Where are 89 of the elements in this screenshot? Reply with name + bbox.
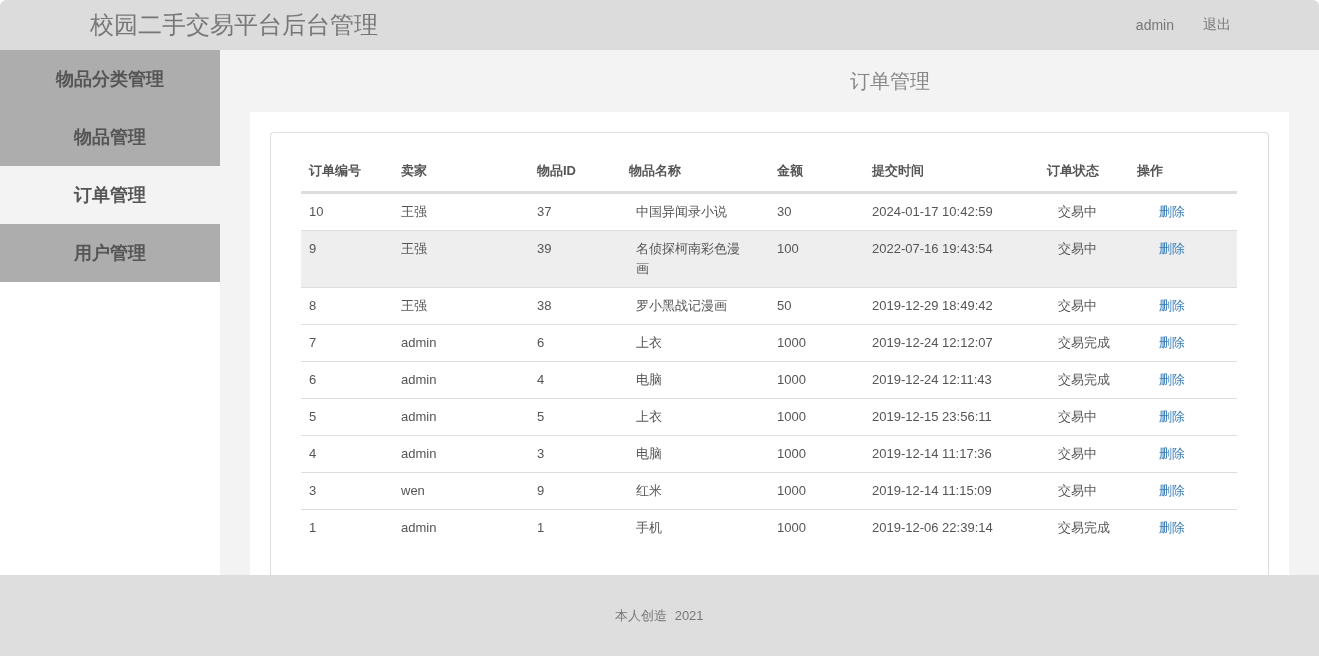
- table-cell: admin: [401, 409, 437, 424]
- table-cell: 2022-07-16 19:43:54: [872, 241, 993, 256]
- table-cell: 电脑: [636, 446, 662, 461]
- delete-link[interactable]: 删除: [1137, 241, 1185, 256]
- delete-link[interactable]: 删除: [1137, 298, 1185, 313]
- table-cell: 50: [777, 298, 792, 313]
- sidebar-item[interactable]: 物品管理: [0, 108, 220, 166]
- delete-link[interactable]: 删除: [1137, 372, 1185, 387]
- table-cell: 交易中: [1058, 204, 1097, 219]
- table-cell: admin: [401, 335, 437, 350]
- username-link[interactable]: admin: [1135, 17, 1174, 33]
- page-title: 订单管理: [848, 68, 931, 94]
- delete-link[interactable]: 删除: [1137, 483, 1185, 498]
- table-cell: 交易完成: [1058, 372, 1110, 387]
- column-header: 物品ID: [529, 151, 621, 193]
- table-cell: 5: [309, 409, 317, 424]
- table-cell: 1000: [777, 520, 806, 535]
- table-cell: 1: [537, 520, 545, 535]
- table-cell: 交易中: [1058, 409, 1097, 424]
- column-header: 金额: [769, 151, 864, 193]
- delete-link[interactable]: 删除: [1137, 335, 1185, 350]
- sidebar-item[interactable]: 物品分类管理: [0, 50, 220, 108]
- table-cell: 3: [309, 483, 317, 498]
- table-cell: 交易中: [1058, 483, 1097, 498]
- table-cell: 1: [309, 520, 317, 535]
- delete-link[interactable]: 删除: [1137, 520, 1185, 535]
- table-cell: 2019-12-29 18:49:42: [872, 298, 993, 313]
- table-cell: 3: [537, 446, 545, 461]
- table-cell: 交易中: [1058, 298, 1097, 313]
- table-cell: 上衣: [636, 335, 662, 350]
- table-cell: 30: [777, 204, 792, 219]
- table-cell: 1000: [777, 372, 806, 387]
- table-cell: 交易中: [1058, 446, 1097, 461]
- sidebar-item[interactable]: 用户管理: [0, 224, 220, 282]
- table-cell: 王强: [401, 204, 427, 219]
- footer-text: 本人创造 2021: [0, 575, 1319, 656]
- table-cell: 9: [537, 483, 545, 498]
- table-cell: 6: [309, 372, 317, 387]
- table-cell: 交易完成: [1058, 520, 1110, 535]
- table-cell: 7: [309, 335, 317, 350]
- column-header: 操作: [1129, 151, 1237, 193]
- table-cell: 9: [309, 241, 317, 256]
- delete-link[interactable]: 删除: [1137, 446, 1185, 461]
- table-cell: 8: [309, 298, 317, 313]
- table-cell: 红米: [636, 483, 662, 498]
- table-cell: 名侦探柯南彩色漫画: [636, 241, 740, 276]
- table-cell: admin: [401, 446, 437, 461]
- table-cell: 交易完成: [1058, 335, 1110, 350]
- table-cell: 1000: [777, 335, 806, 350]
- app-title: 校园二手交易平台后台管理: [90, 10, 379, 40]
- table-cell: 王强: [401, 241, 427, 256]
- table-cell: 6: [537, 335, 545, 350]
- table-cell: 38: [537, 298, 552, 313]
- table-cell: 5: [537, 409, 545, 424]
- table-cell: 100: [777, 241, 799, 256]
- table-cell: wen: [401, 483, 425, 498]
- table-cell: 39: [537, 241, 552, 256]
- table-cell: 2019-12-24 12:11:43: [872, 372, 992, 387]
- table-cell: admin: [401, 520, 437, 535]
- table-cell: 上衣: [636, 409, 662, 424]
- column-header: 订单编号: [301, 151, 393, 193]
- table-cell: 2019-12-06 22:39:14: [872, 520, 993, 535]
- delete-link[interactable]: 删除: [1137, 409, 1185, 424]
- table-cell: 1000: [777, 409, 806, 424]
- table-cell: 10: [309, 204, 324, 219]
- table-cell: 2019-12-15 23:56:11: [872, 409, 992, 424]
- table-cell: 37: [537, 204, 552, 219]
- table-cell: 2024-01-17 10:42:59: [872, 204, 993, 219]
- column-header: 卖家: [393, 151, 529, 193]
- column-header: 提交时间: [864, 151, 1039, 193]
- table-cell: 1000: [777, 446, 806, 461]
- column-header: 物品名称: [621, 151, 769, 193]
- delete-link[interactable]: 删除: [1137, 204, 1185, 219]
- logout-link[interactable]: 退出: [1203, 16, 1231, 34]
- table-cell: admin: [401, 372, 437, 387]
- table-cell: 1000: [777, 483, 806, 498]
- sidebar-item[interactable]: 订单管理: [0, 166, 220, 224]
- table-cell: 王强: [401, 298, 427, 313]
- table-cell: 电脑: [636, 372, 662, 387]
- table-cell: 罗小黑战记漫画: [636, 298, 727, 313]
- table-cell: 4: [309, 446, 317, 461]
- table-cell: 手机: [636, 520, 662, 535]
- table-cell: 中国异闻录小说: [636, 204, 727, 219]
- table-cell: 2019-12-24 12:12:07: [872, 335, 993, 350]
- table-cell: 交易中: [1058, 241, 1097, 256]
- table-cell: 2019-12-14 11:17:36: [872, 446, 992, 461]
- table-cell: 2019-12-14 11:15:09: [872, 483, 992, 498]
- table-cell: 4: [537, 372, 545, 387]
- column-header: 订单状态: [1039, 151, 1129, 193]
